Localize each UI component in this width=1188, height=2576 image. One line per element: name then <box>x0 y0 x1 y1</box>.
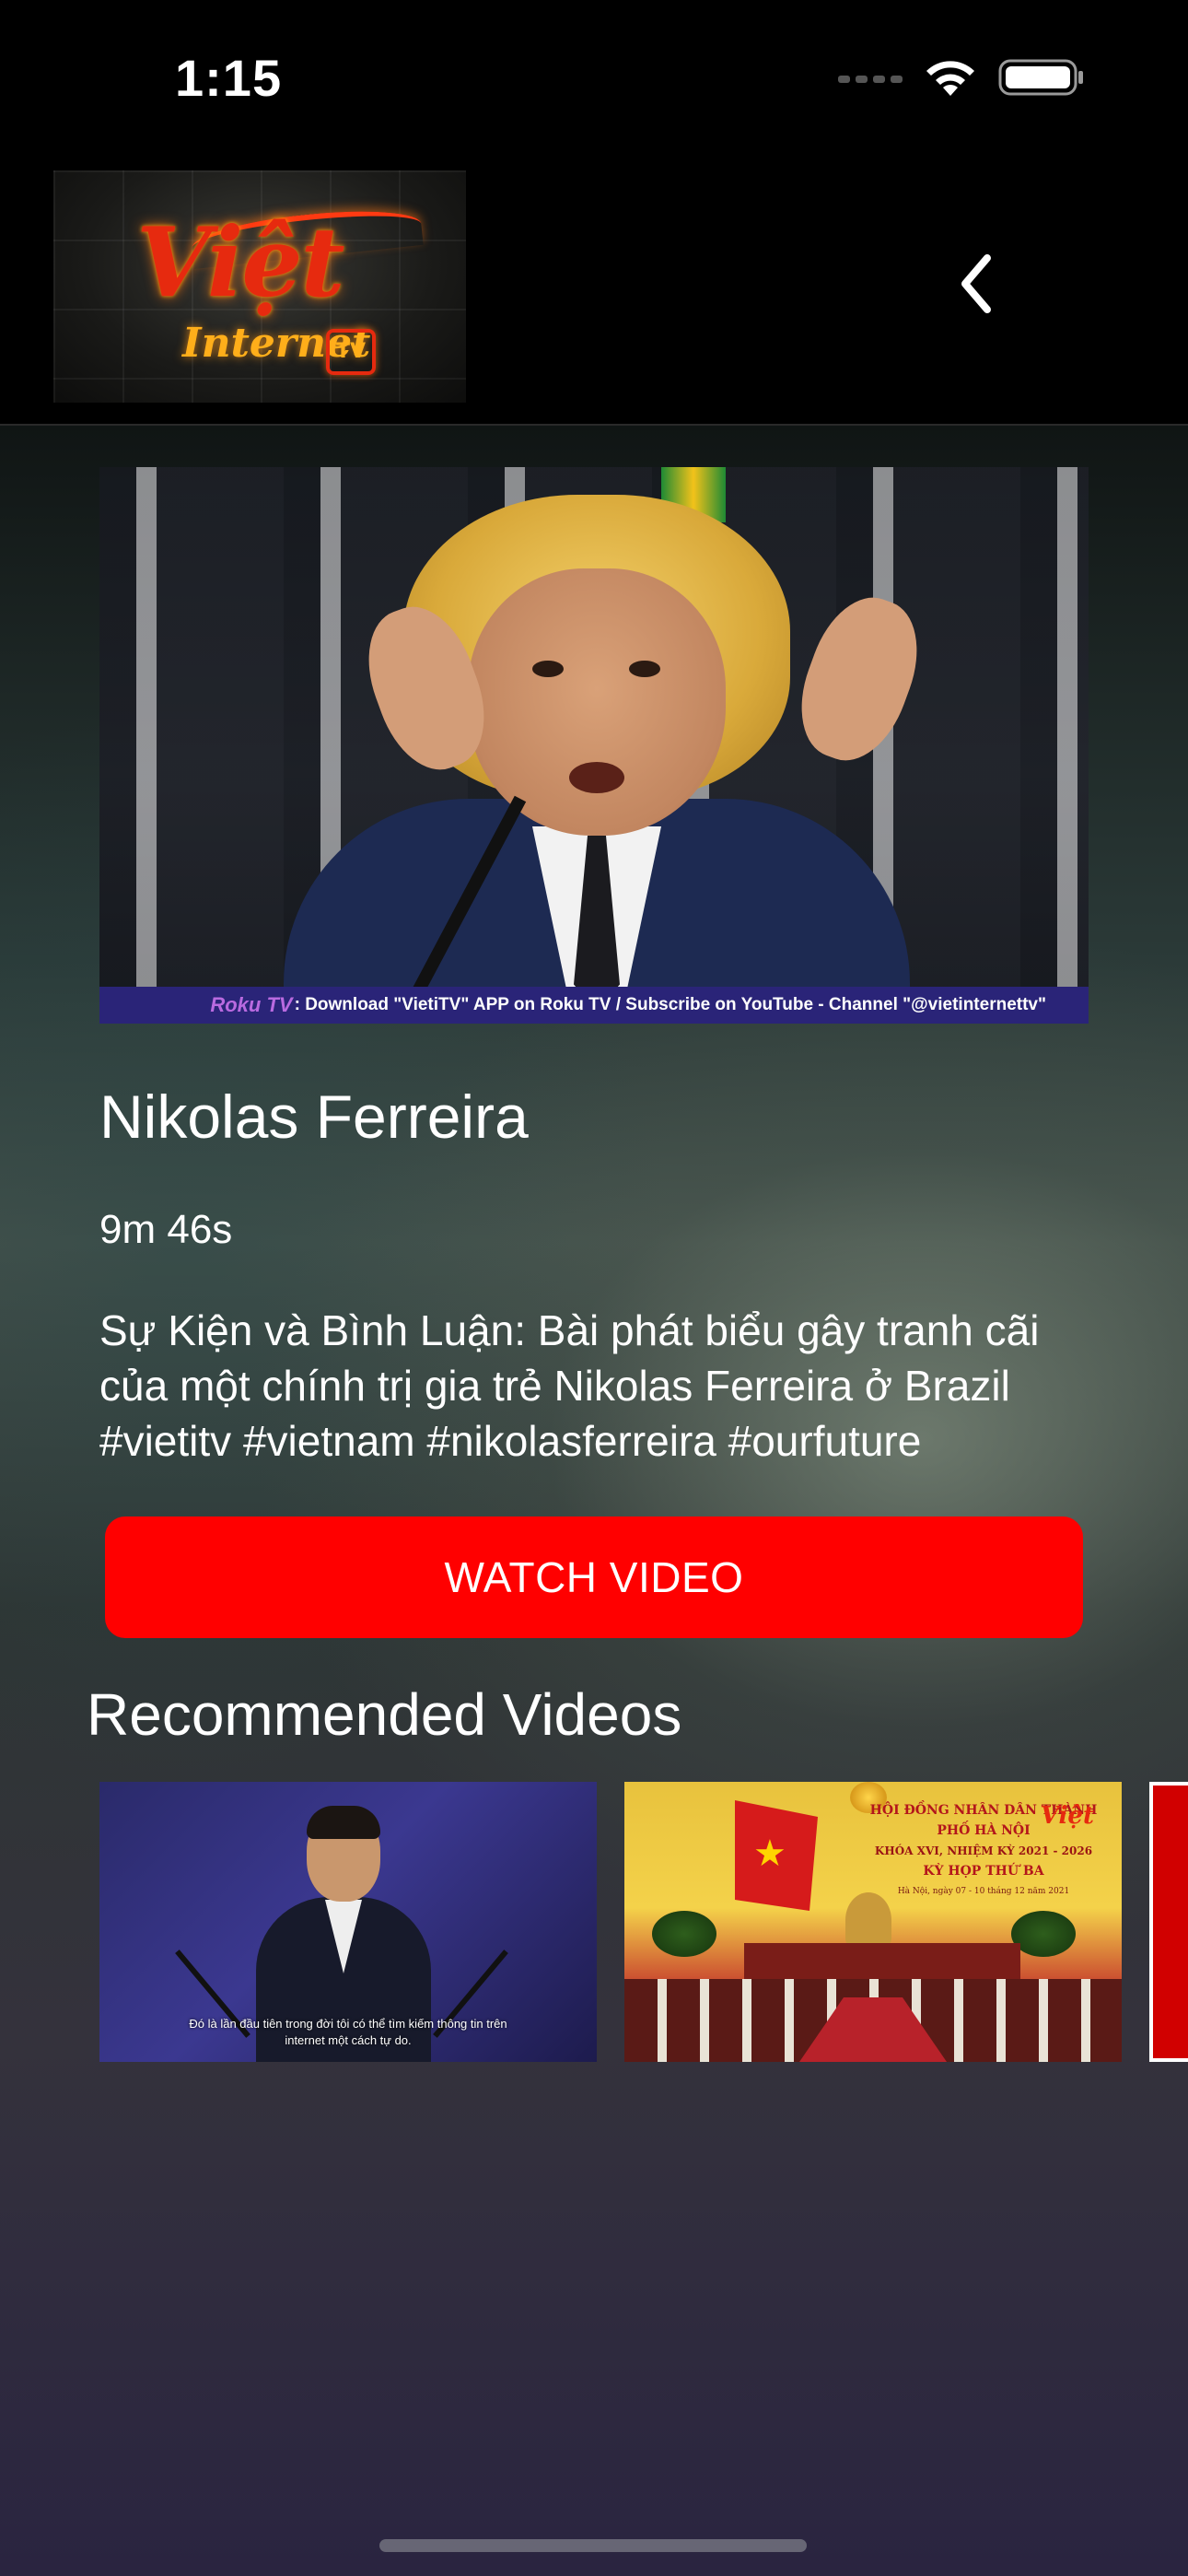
recommended-video-card[interactable] <box>1149 1782 1188 2062</box>
recommended-video-card[interactable]: ★ HỘI ĐỒNG NHÂN DÂN THÀNH PHỐ HÀ NỘI KHÓ… <box>624 1782 1122 2062</box>
wifi-icon <box>923 57 978 102</box>
home-indicator[interactable] <box>379 2539 807 2552</box>
status-time: 1:15 <box>175 49 283 107</box>
logo-tv-badge: TV <box>326 329 376 375</box>
thumbnail-mouth <box>569 762 624 793</box>
status-icons <box>838 57 1085 102</box>
recommended-video-card[interactable]: Đó là lần đầu tiên trong đời tôi có thể … <box>99 1782 597 2062</box>
logo-text: Việt <box>136 205 345 319</box>
watch-video-button[interactable]: WATCH VIDEO <box>105 1516 1083 1638</box>
video-duration: 9m 46s <box>99 1207 233 1252</box>
signal-icon <box>838 70 903 89</box>
card-subtitle-line: internet một cách tự do. <box>285 2033 412 2047</box>
video-title: Nikolas Ferreira <box>99 1083 529 1151</box>
speaker-hair <box>307 1806 380 1839</box>
card-logo: Việt <box>1040 1802 1094 1830</box>
plant <box>1011 1911 1076 1957</box>
thumbnail-eye <box>629 661 660 677</box>
featured-video-thumbnail[interactable]: Roku TV : Download "VietiTV" APP on Roku… <box>99 467 1089 1024</box>
session-name: KỲ HỌP THỨ BA <box>923 1864 1044 1879</box>
thumbnail-banner: Roku TV : Download "VietiTV" APP on Roku… <box>99 987 1089 1024</box>
screen: 1:15 Việt Internet TV Roku TV: Download… <box>0 0 1188 2576</box>
session-date: Hà Nội, ngày 07 - 10 tháng 12 năm 2021 <box>897 1887 1070 1896</box>
viet-internet-tv-logo: Việt Internet TV <box>53 170 466 403</box>
card-subtitle: Đó là lần đầu tiên trong đời tôi có thể … <box>99 2016 597 2049</box>
card-subtitle-line: Đó là lần đầu tiên trong đời tôi có thể … <box>189 2017 507 2031</box>
video-description: Sự Kiện và Bình Luận: Bài phát biểu gây … <box>99 1306 1040 1465</box>
presiding-table <box>744 1943 1020 1980</box>
plant <box>652 1911 716 1957</box>
back-button[interactable] <box>949 249 1004 322</box>
session-term: KHÓA XVI, NHIỆM KỲ 2021 - 2026 <box>874 1844 1093 1857</box>
status-bar: 1:15 <box>0 0 1188 157</box>
bust-statue <box>845 1892 891 1948</box>
thumbnail-face <box>468 568 726 836</box>
banner-brand: Roku TV <box>210 993 293 1016</box>
video-detail-content: Roku TV : Download "VietiTV" APP on Roku… <box>0 426 1188 2576</box>
banner-text: : Download "VietiTV" APP on Roku TV / Su… <box>294 995 1046 1014</box>
battery-icon <box>998 57 1085 102</box>
recommended-section-title: Recommended Videos <box>87 1681 682 1748</box>
flag-star-icon: ★ <box>753 1833 786 1874</box>
recommended-videos-carousel[interactable]: Đó là lần đầu tiên trong đời tôi có thể … <box>99 1782 1188 2062</box>
chevron-left-icon <box>958 253 995 318</box>
app-header: Việt Internet TV <box>0 157 1188 426</box>
thumbnail-eye <box>532 661 564 677</box>
